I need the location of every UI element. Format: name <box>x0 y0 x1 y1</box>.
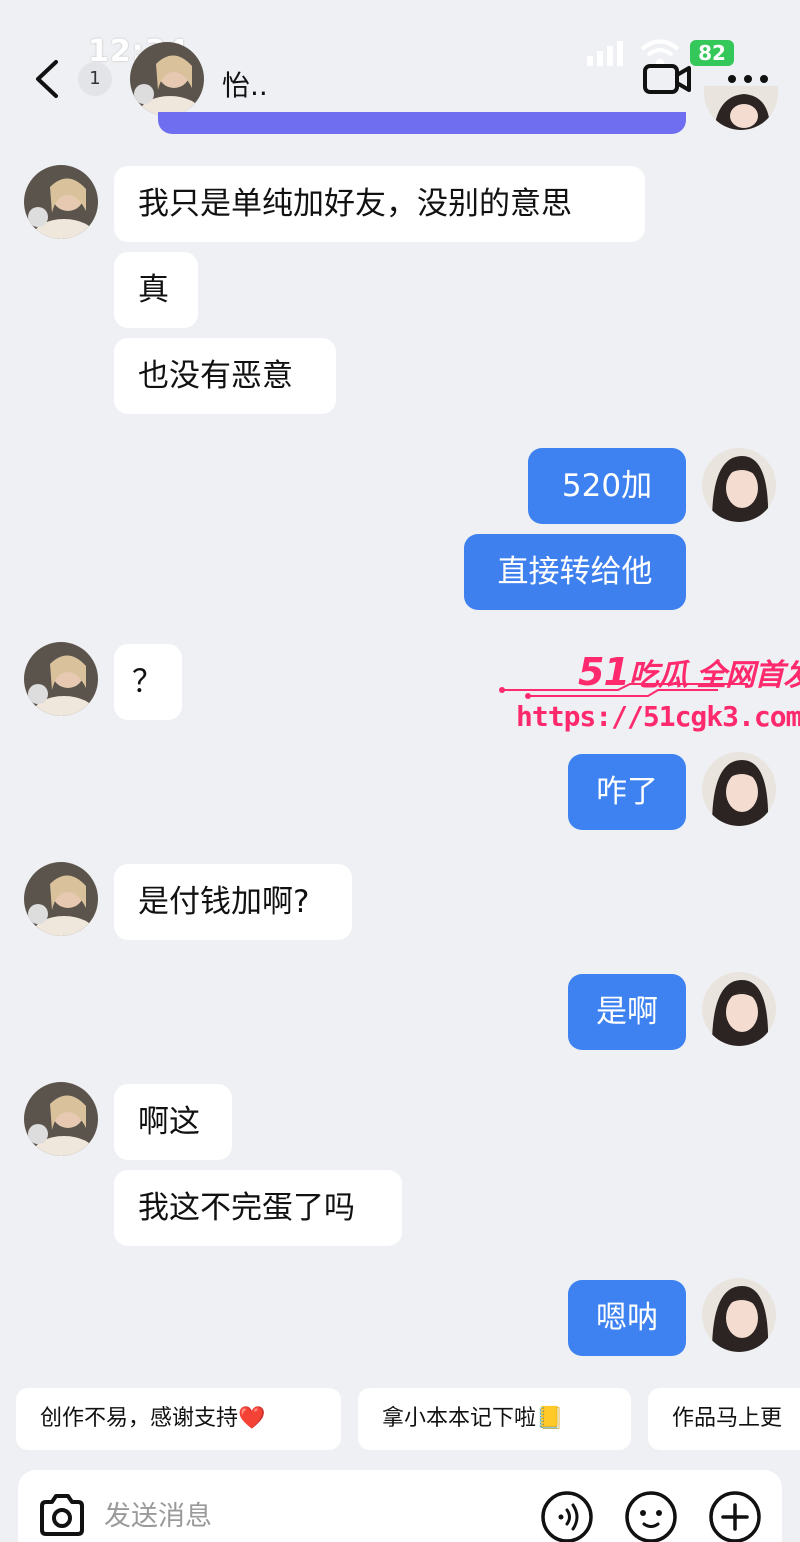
watermark-circuit-lines <box>499 683 748 699</box>
camera-icon[interactable] <box>38 1492 86 1538</box>
incoming-message[interactable]: 我只是单纯加好友，没别的意思 <box>114 166 645 242</box>
incoming-message[interactable]: 我这不完蛋了吗 <box>114 1170 402 1246</box>
incoming-message[interactable]: 啊这 <box>114 1084 232 1160</box>
contact-avatar[interactable] <box>24 862 98 936</box>
unread-count-badge: 1 <box>78 62 112 96</box>
video-camera-icon[interactable] <box>642 60 692 98</box>
outgoing-message[interactable]: 520加 <box>528 448 686 524</box>
contact-avatar[interactable] <box>130 42 204 116</box>
avatar-image <box>704 86 778 130</box>
avatar-image <box>702 752 776 826</box>
incoming-message[interactable]: 是付钱加啊? <box>114 864 352 940</box>
outgoing-message[interactable]: 直接转给他 <box>464 534 686 610</box>
incoming-message[interactable]: 也没有恶意 <box>114 338 336 414</box>
plus-icon[interactable] <box>708 1490 762 1542</box>
contact-avatar[interactable] <box>24 642 98 716</box>
avatar-image <box>130 42 204 116</box>
quick-reply-chip[interactable]: 作品马上更 <box>648 1388 800 1450</box>
avatar-image <box>24 862 98 936</box>
contact-avatar[interactable] <box>24 165 98 239</box>
quick-reply-chip[interactable]: 创作不易，感谢支持❤️ <box>16 1388 341 1450</box>
outgoing-message[interactable]: 是啊 <box>568 974 686 1050</box>
signal-icon <box>587 41 623 66</box>
chat-header: 12:34 82 1 怡.. <box>0 0 800 134</box>
back-button[interactable] <box>30 58 64 100</box>
my-avatar[interactable] <box>702 972 776 1046</box>
outgoing-message[interactable]: 咋了 <box>568 754 686 830</box>
battery-indicator: 82 <box>690 40 734 66</box>
avatar-image <box>702 448 776 522</box>
message-input-bar <box>18 1470 782 1542</box>
contact-avatar[interactable] <box>24 1082 98 1156</box>
avatar-image <box>24 642 98 716</box>
contact-name[interactable]: 怡.. <box>222 64 268 104</box>
emoji-icon[interactable] <box>624 1490 678 1542</box>
quick-reply-chip[interactable]: 拿小本本记下啦📒 <box>358 1388 631 1450</box>
incoming-message[interactable]: ？ <box>114 644 182 720</box>
my-avatar <box>704 86 778 130</box>
avatar-image <box>24 1082 98 1156</box>
watermark-url: https://51cgk3.com <box>516 700 800 733</box>
avatar-image <box>702 972 776 1046</box>
message-input[interactable] <box>104 1496 524 1536</box>
avatar-image <box>24 165 98 239</box>
voice-icon[interactable] <box>540 1490 594 1542</box>
my-avatar[interactable] <box>702 1278 776 1352</box>
card-message-fragment <box>158 112 686 134</box>
outgoing-message[interactable]: 嗯呐 <box>568 1280 686 1356</box>
avatar-image <box>702 1278 776 1352</box>
my-avatar[interactable] <box>702 752 776 826</box>
my-avatar[interactable] <box>702 448 776 522</box>
incoming-message[interactable]: 真 <box>114 252 198 328</box>
